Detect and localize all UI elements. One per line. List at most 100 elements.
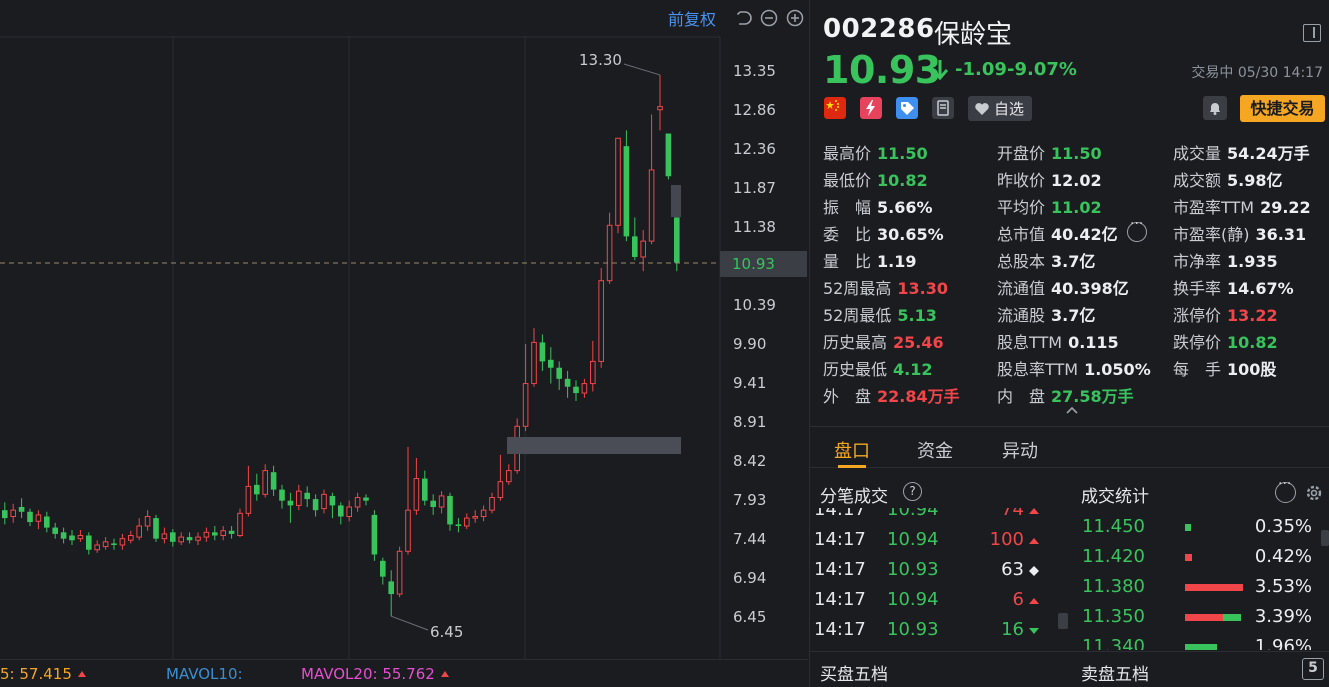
candle-body [531,341,537,385]
chevron-up-icon[interactable] [1065,403,1079,417]
help-icon[interactable]: ? [903,482,922,501]
quote-field-value: 36.31 [1255,225,1307,244]
kline-chart-panel[interactable]: 13.35 12.86 12.36 11.87 11.38 10.93 10.39 9.90 9… [0,0,808,687]
candle-body [363,497,369,501]
neutral-diamond-icon [1029,566,1039,576]
quote-field: 市盈率(静) 36.31 [1173,221,1306,245]
price-adjust-button[interactable]: 前复权 [668,6,716,30]
ma5-indicator: 5: 57.415 [0,665,86,683]
quote-field-label: 市盈率TTM [1173,198,1255,217]
tick-trades-list[interactable]: 14:17 10.94 74 14:17 10.94 100 14:17 10.93 63 14:… [810,508,1060,650]
level-toggle-icon[interactable]: 5 [1302,658,1324,680]
quote-field-label: 最高价 [823,144,872,163]
candle-body [144,516,151,527]
kline-chart[interactable]: 13.35 12.86 12.36 11.87 11.38 10.93 10.39 9.90 9… [0,0,808,659]
candle-body [564,378,571,387]
quick-trade-button[interactable]: 快捷交易 [1240,95,1325,122]
volume-stats-scrollbar[interactable] [1321,530,1329,546]
candle-body [60,532,67,539]
candle-body [623,146,630,237]
tick-row: 14:17 10.94 6 [810,585,1060,615]
quote-field: 委 比 30.65% [823,221,944,245]
quote-field-label: 每 手 [1173,360,1222,379]
more-options-icon[interactable] [1127,216,1147,242]
candle-body [396,550,403,595]
quote-field-label: 52周最高 [823,279,892,298]
quote-field: 历史最高 25.46 [823,329,944,353]
candle-body [270,472,277,490]
quote-field-label: 振 幅 [823,198,872,217]
volume-stats-list[interactable]: 11.450 0.35% 11.420 0.42% 11.380 3.53% 11.350 3… [1072,512,1329,650]
quote-field-label: 昨收价 [997,171,1046,190]
candle-body [338,505,344,517]
y-tick-label: 6.45 [733,608,766,626]
up-arrow-icon [77,671,86,677]
y-tick-label: 11.38 [733,218,776,236]
candle-body [556,367,562,379]
candle-body [136,525,142,538]
bid-levels-title: 买盘五档 [820,665,888,685]
tab-capital-flow[interactable]: 资金 [917,437,953,463]
last-price: 10.93 [823,48,941,92]
quote-field: 平均价 11.02 [997,194,1102,218]
quote-field-value: 5.13 [897,306,937,325]
stats-row: 11.420 0.42% [1072,542,1329,572]
more-options-icon[interactable] [1275,476,1296,503]
high-annotation-leader [623,63,661,76]
candle-body [212,532,218,536]
candle-body [44,516,50,528]
quote-field: 涨停价 13.22 [1173,302,1278,326]
zoom-in-icon[interactable] [786,9,804,27]
candle-body [354,497,361,508]
y-tick-label: 10.39 [733,296,776,314]
heart-icon [975,102,989,115]
candle-body [254,484,260,495]
tick-volume: 74 [1001,508,1024,520]
settings-icon[interactable] [1303,482,1325,504]
notes-icon[interactable] [932,97,954,119]
y-tick-label: 8.91 [733,413,766,431]
tick-row: 14:17 10.93 63 [810,555,1060,585]
candle-body [329,495,336,506]
y-tick-label: 7.93 [733,491,766,509]
add-favorite-button[interactable]: 自选 [968,96,1033,121]
quote-field-label: 流通值 [997,279,1046,298]
candle-body [52,527,58,534]
quote-field-value: 5.66% [877,198,933,217]
low-annotation-leader [391,615,429,631]
sell-volume-bar [1222,614,1241,621]
buy-volume-bar [1185,584,1244,591]
zoom-out-icon[interactable] [760,9,778,27]
quote-field-value: 25.46 [893,333,944,352]
candle-body [304,492,310,500]
candle-body [69,535,75,541]
quote-field-label: 内 盘 [997,387,1046,406]
tag-icon[interactable] [896,97,918,119]
panel-toggle-icon[interactable] [1303,24,1321,42]
quote-field-value: 14.67% [1227,279,1294,298]
candle-body [111,543,117,545]
quote-field-value: 11.50 [1051,144,1102,163]
margin-trading-icon[interactable] [860,97,882,119]
price-alert-button[interactable] [1203,96,1227,120]
quote-field-value: 3.7亿 [1051,252,1096,271]
tab-alerts[interactable]: 异动 [1002,437,1038,463]
quote-field-value: 27.58万手 [1051,387,1134,406]
y-tick-label: 13.35 [733,62,776,80]
tick-trades-scrollbar[interactable] [1058,613,1068,629]
candle-body [590,360,596,385]
tick-trades-title: 分笔成交 [820,487,888,507]
quote-field: 流通值 40.398亿 [997,275,1129,299]
range-highlight-box [671,185,681,217]
quote-field-value: 10.82 [1227,333,1278,352]
quote-field-label: 外 盘 [823,387,872,406]
tab-order-book[interactable]: 盘口 [834,437,870,463]
quote-field-value: 3.7亿 [1051,306,1096,325]
tick-price: 10.94 [887,589,939,610]
tick-price: 10.94 [887,508,939,520]
candle-body [312,499,319,511]
order-book-headers: 买盘五档 卖盘五档 5 [810,651,1329,687]
quote-field-label: 股息TTM [997,333,1063,352]
reset-icon[interactable] [734,9,752,27]
y-tick-label: 11.87 [733,179,776,197]
